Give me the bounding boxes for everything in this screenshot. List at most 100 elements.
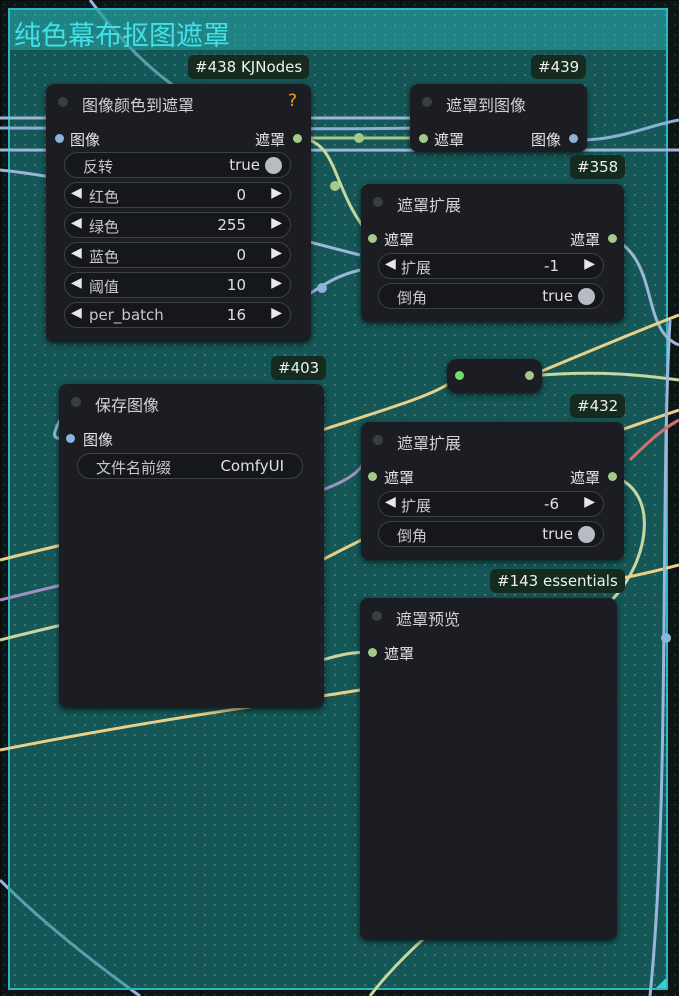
output-slot-mask-dot[interactable] [293,134,302,143]
decrement-arrow-icon[interactable]: ◀ [71,305,82,321]
node-id-badge: #403 [271,356,327,380]
input-slot-mask-dot[interactable] [419,134,428,143]
node-header[interactable]: 遮罩扩展 [361,184,624,220]
node-canvas[interactable]: 纯色幕布抠图遮罩 #438 KJNodes 图像颜色到遮罩 ? 图像 遮罩 反转… [0,0,679,996]
toggle-knob-icon[interactable] [578,288,595,305]
node-title: 遮罩扩展 [397,434,462,453]
output-slot-mask: 遮罩 [569,469,600,487]
toggle-chamfer[interactable]: 倒角 true [378,283,604,309]
toggle-invert[interactable]: 反转 true [64,152,291,178]
node-title: 保存图像 [95,396,160,415]
output-slot-image-dot[interactable] [569,134,578,143]
node-id-badge: #358 [570,155,626,179]
node-grow-mask-358[interactable]: 遮罩扩展 遮罩 遮罩 ◀ 扩展 -1 ▶ 倒角 true [361,184,624,322]
input-slot-image: 图像 [70,131,101,149]
node-header[interactable]: 遮罩预览 [360,598,617,634]
input-slot-mask-dot[interactable] [368,234,377,243]
node-header[interactable]: 图像颜色到遮罩 ? [46,84,311,120]
decrement-arrow-icon[interactable]: ◀ [71,245,82,261]
increment-arrow-icon[interactable]: ▶ [271,305,282,321]
collapse-dot-icon[interactable] [373,197,383,207]
number-expand[interactable]: ◀ 扩展 -6 ▶ [378,491,604,517]
collapse-dot-icon[interactable] [71,397,81,407]
wire [0,543,63,562]
widget-label: 扩展 [401,259,432,277]
increment-arrow-icon[interactable]: ▶ [584,494,595,510]
wire [0,623,63,642]
node-save-image[interactable]: 保存图像 图像 文件名前缀 ComfyUI [59,384,324,708]
output-slot-mask: 遮罩 [569,231,600,249]
widget-label: 文件名前缀 [96,459,172,477]
widget-value: 255 [217,216,246,234]
node-header[interactable]: 遮罩扩展 [361,422,624,458]
input-slot-mask: 遮罩 [384,469,415,487]
widget-value: -6 [544,495,559,513]
decrement-arrow-icon[interactable]: ◀ [385,494,396,510]
number-red[interactable]: ◀ 红色 0 ▶ [64,182,291,208]
number-green[interactable]: ◀ 绿色 255 ▶ [64,212,291,238]
help-icon[interactable]: ? [288,91,297,111]
decrement-arrow-icon[interactable]: ◀ [385,256,396,272]
collapse-dot-icon[interactable] [58,97,68,107]
input-slot-mask: 遮罩 [434,131,465,149]
widget-label: 蓝色 [89,248,120,266]
increment-arrow-icon[interactable]: ▶ [271,245,282,261]
reroute-node[interactable] [447,359,542,393]
node-header[interactable]: 保存图像 [59,384,324,420]
output-slot-mask-dot[interactable] [608,234,617,243]
node-image-color-to-mask[interactable]: 图像颜色到遮罩 ? 图像 遮罩 反转 true ◀ 红色 0 ▶ ◀ 绿色 25… [46,84,311,342]
widget-label: per_batch [89,306,164,324]
decrement-arrow-icon[interactable]: ◀ [71,185,82,201]
widget-value: -1 [544,257,559,275]
increment-arrow-icon[interactable]: ▶ [271,185,282,201]
node-mask-preview[interactable]: 遮罩预览 遮罩 [360,598,617,940]
wire-reroute-dot [661,633,671,643]
decrement-arrow-icon[interactable]: ◀ [71,275,82,291]
toggle-knob-icon[interactable] [578,526,595,543]
increment-arrow-icon[interactable]: ▶ [584,256,595,272]
node-title: 图像颜色到遮罩 [82,96,195,115]
widget-label: 倒角 [397,527,428,545]
input-slot-image-dot[interactable] [55,134,64,143]
node-mask-to-image[interactable]: 遮罩到图像 遮罩 图像 [410,84,587,152]
input-slot-image: 图像 [83,431,114,449]
widget-value: 10 [226,276,246,294]
node-title: 遮罩扩展 [397,196,462,215]
input-slot-mask: 遮罩 [384,231,415,249]
widget-value: 16 [226,306,246,324]
widget-label: 反转 [83,158,114,176]
decrement-arrow-icon[interactable]: ◀ [71,215,82,231]
wire [0,583,63,602]
node-grow-mask-432[interactable]: 遮罩扩展 遮罩 遮罩 ◀ 扩展 -6 ▶ 倒角 true [361,422,624,560]
wire [628,418,679,462]
wire-reroute-dot [354,133,364,143]
reroute-output-dot[interactable] [525,371,534,380]
wire [648,319,672,996]
output-slot-image: 图像 [530,131,561,149]
number-blue[interactable]: ◀ 蓝色 0 ▶ [64,242,291,268]
number-per-batch[interactable]: ◀ per_batch 16 ▶ [64,302,291,328]
input-slot-mask-dot[interactable] [368,648,377,657]
node-header[interactable]: 遮罩到图像 [410,84,587,120]
toggle-knob-icon[interactable] [265,157,282,174]
number-expand[interactable]: ◀ 扩展 -1 ▶ [378,253,604,279]
text-filename-prefix[interactable]: 文件名前缀 ComfyUI [77,453,303,479]
output-slot-mask: 遮罩 [254,131,285,149]
toggle-chamfer[interactable]: 倒角 true [378,521,604,547]
increment-arrow-icon[interactable]: ▶ [271,215,282,231]
output-slot-mask-dot[interactable] [608,472,617,481]
wire-reroute-dot [330,181,340,191]
collapse-dot-icon[interactable] [372,611,382,621]
number-threshold[interactable]: ◀ 阈值 10 ▶ [64,272,291,298]
widget-value: 0 [236,246,246,264]
widget-label: 倒角 [397,289,428,307]
collapse-dot-icon[interactable] [422,97,432,107]
widget-value: true [542,287,573,305]
reroute-input-dot[interactable] [455,371,464,380]
node-title: 遮罩到图像 [446,96,527,115]
increment-arrow-icon[interactable]: ▶ [271,275,282,291]
collapse-dot-icon[interactable] [373,435,383,445]
input-slot-image-dot[interactable] [66,434,75,443]
input-slot-mask-dot[interactable] [368,472,377,481]
wire [529,313,679,378]
